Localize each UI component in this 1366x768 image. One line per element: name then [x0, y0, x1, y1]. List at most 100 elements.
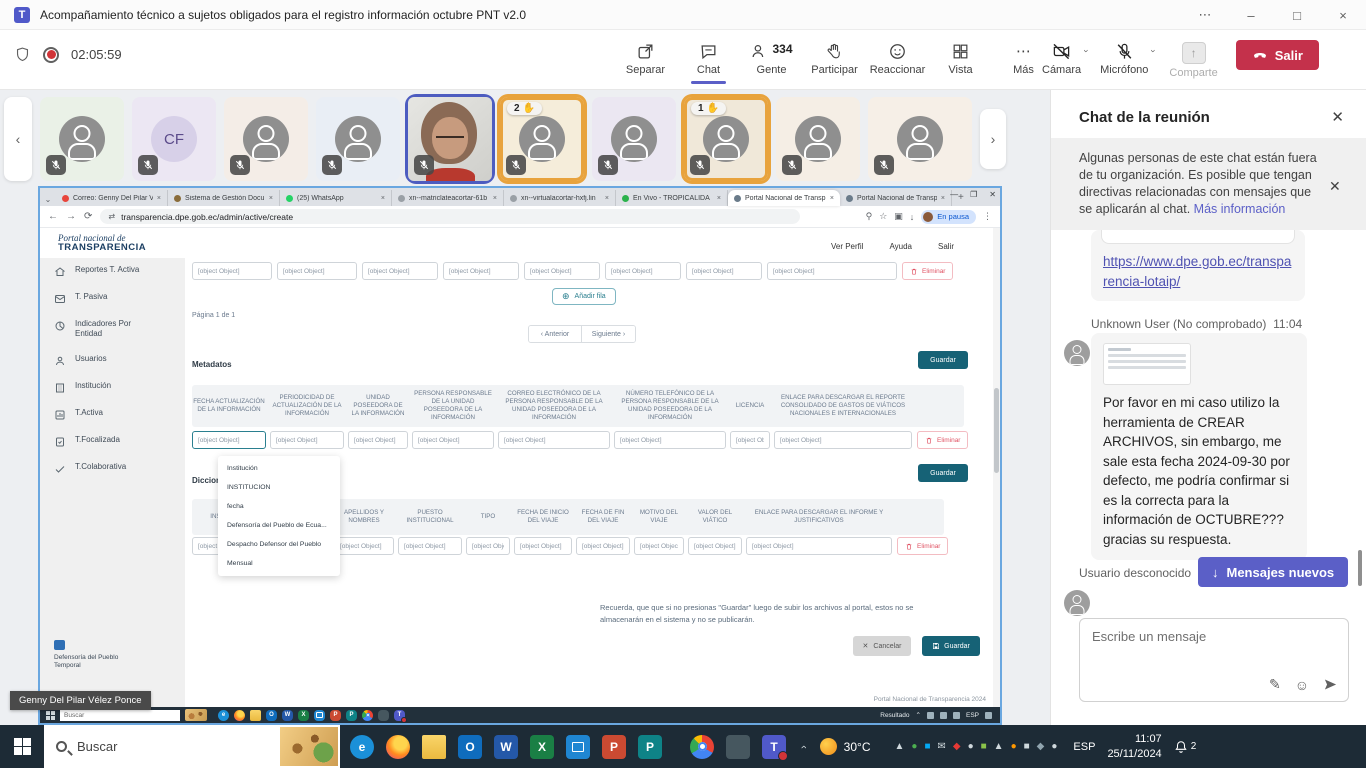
clock[interactable]: 11:07 25/11/2024 [1107, 732, 1161, 762]
shared-taskbar-app-icon[interactable] [234, 709, 245, 721]
strip-next-button[interactable]: › [980, 109, 1006, 169]
browser-restore-icon[interactable]: ❐ [970, 190, 977, 199]
guardar-button[interactable]: Guardar [922, 636, 980, 656]
shared-taskbar-app-icon[interactable]: W [282, 709, 293, 721]
forward-icon[interactable]: → [66, 211, 76, 222]
notification-bell[interactable]: 2 [1174, 740, 1196, 754]
shared-taskbar-app-icon[interactable]: T [394, 709, 407, 723]
diccionario-field[interactable] [746, 537, 892, 555]
viajes-field[interactable] [277, 262, 357, 280]
strip-prev-button[interactable]: ‹ [4, 97, 32, 181]
send-icon[interactable] [1323, 677, 1338, 692]
taskbar-app-icon[interactable]: T [762, 734, 788, 761]
notice-close-icon[interactable]: ✕ [1329, 178, 1341, 218]
tray-icon[interactable]: ● [1011, 741, 1017, 752]
taskbar-app-icon[interactable]: O [458, 734, 482, 759]
tray-icon[interactable]: ● [1051, 741, 1057, 752]
back-icon[interactable]: ← [48, 211, 58, 222]
shared-search-box[interactable]: Buscar [60, 709, 180, 721]
browser-tab[interactable]: Correo: Genny Del Pilar V × [56, 190, 168, 206]
camera-options-chevron-icon[interactable]: › [1082, 50, 1092, 53]
chat-input-box[interactable]: ✎ ☺ [1079, 618, 1349, 702]
browser-tab[interactable]: (25) WhatsApp × [280, 190, 392, 206]
viajes-field[interactable] [192, 262, 272, 280]
reaccionar-button[interactable]: Reaccionar [870, 38, 925, 80]
tray-icon[interactable]: ● [911, 741, 917, 752]
more-icon[interactable]: ⋯ [1182, 0, 1228, 30]
taskbar-app-icon[interactable] [726, 734, 750, 759]
shared-tray-icon[interactable] [939, 711, 947, 719]
eliminar-metadatos-button[interactable]: Eliminar [917, 431, 969, 449]
sidebar-item-usuarios[interactable]: Usuarios [40, 347, 185, 374]
tab-close-icon[interactable]: × [493, 195, 497, 202]
tab-close-icon[interactable]: × [717, 195, 721, 202]
sidebar-item-institucion[interactable]: Institución [40, 374, 185, 401]
extensions-icon[interactable]: ▣ [894, 211, 903, 222]
mic-button[interactable]: Micrófono [1098, 38, 1150, 80]
taskbar-app-icon[interactable] [386, 734, 410, 759]
tray-icon[interactable]: ■ [1024, 741, 1030, 752]
taskbar-app-icon[interactable] [566, 734, 590, 759]
dropdown-option[interactable]: Despacho Defensor del Pueblo [218, 535, 340, 554]
password-key-icon[interactable]: ⚲ [866, 211, 873, 222]
dropdown-option[interactable]: Defensoría del Pueblo de Ecua... [218, 516, 340, 535]
viajes-field[interactable] [605, 262, 681, 280]
language-indicator[interactable]: ESP [1073, 741, 1095, 753]
add-row-button[interactable]: ⊕ Añadir fila [552, 288, 616, 305]
shared-tray-icon[interactable] [985, 711, 992, 719]
search-highlight-art[interactable] [280, 727, 338, 766]
omnibox[interactable]: ⇄ transparencia.dpe.gob.ec/admin/active/… [100, 209, 801, 224]
browser-minimize-icon[interactable]: — [950, 190, 958, 199]
hidden-icons-chevron-icon[interactable]: › [798, 745, 810, 749]
prev-page-button[interactable]: ‹ Anterior [529, 326, 582, 342]
diccionario-field[interactable] [688, 537, 742, 555]
tray-icon[interactable]: ● [968, 741, 974, 752]
start-button[interactable] [0, 725, 44, 768]
sidebar-item-focalizada[interactable]: T.Focalizada [40, 428, 185, 455]
dropdown-option[interactable]: Mensual [218, 554, 340, 573]
viajes-field[interactable] [524, 262, 600, 280]
separar-button[interactable]: Separar [618, 38, 673, 80]
taskbar-search[interactable]: Buscar [44, 725, 340, 768]
close-icon[interactable]: × [1320, 0, 1366, 30]
tray-icon[interactable]: ✉ [937, 741, 945, 752]
shared-tray-icon[interactable] [952, 711, 960, 719]
browser-close-icon[interactable]: ✕ [989, 190, 996, 199]
tab-close-icon[interactable]: × [269, 195, 273, 202]
sidebar-item-colaborativa[interactable]: T.Colaborativa [40, 455, 185, 482]
metadatos-field[interactable] [730, 431, 770, 449]
metadatos-field[interactable] [774, 431, 912, 449]
tray-icon[interactable]: ▲ [994, 741, 1004, 752]
dropdown-option[interactable]: INSTITUCION [218, 478, 340, 497]
participant-tile[interactable]: 2 ✋ [500, 97, 584, 181]
emoji-icon[interactable]: ☺ [1295, 677, 1309, 693]
tab-search-icon[interactable]: ⌄ [40, 192, 56, 206]
cancelar-button[interactable]: ✕ Cancelar [853, 636, 911, 656]
page-scrollbar[interactable] [993, 228, 1000, 707]
diccionario-field[interactable] [576, 537, 630, 555]
shared-taskbar-app-icon[interactable]: X [298, 709, 309, 721]
viajes-field[interactable] [686, 262, 762, 280]
taskbar-app-icon[interactable]: X [530, 734, 554, 759]
reload-icon[interactable]: ⟳ [84, 211, 92, 222]
participant-tile[interactable]: ✋ [868, 97, 972, 181]
participant-tile[interactable]: 1 ✋ [684, 97, 768, 181]
tray-icon[interactable]: ▲ [894, 741, 904, 752]
browser-tab[interactable]: xn--matriclateacortar-61b × [392, 190, 504, 206]
browser-tab[interactable]: En Vivo - TROPICÁLIDA × [616, 190, 728, 206]
shared-taskbar-app-icon[interactable] [362, 709, 373, 721]
diccionario-field[interactable] [398, 537, 462, 555]
metadatos-field[interactable] [348, 431, 408, 449]
participant-tile[interactable]: ✋ [408, 97, 492, 181]
download-icon[interactable]: ↓ [910, 212, 915, 222]
tray-icon[interactable]: ■ [924, 741, 930, 752]
eliminar-row-button[interactable]: Eliminar [902, 262, 954, 280]
shared-tray-chevron-icon[interactable]: ⌃ [916, 711, 921, 719]
dropdown-option[interactable]: Institución [218, 459, 340, 478]
tray-icon[interactable]: ◆ [953, 741, 961, 752]
metadatos-field[interactable] [270, 431, 344, 449]
shared-taskbar-app-icon[interactable]: O [266, 709, 277, 721]
nav-ver-perfil[interactable]: Ver Perfil [831, 242, 863, 251]
participant-tile[interactable]: ✋ [316, 97, 400, 181]
weather-widget[interactable]: 30°C [819, 738, 870, 755]
